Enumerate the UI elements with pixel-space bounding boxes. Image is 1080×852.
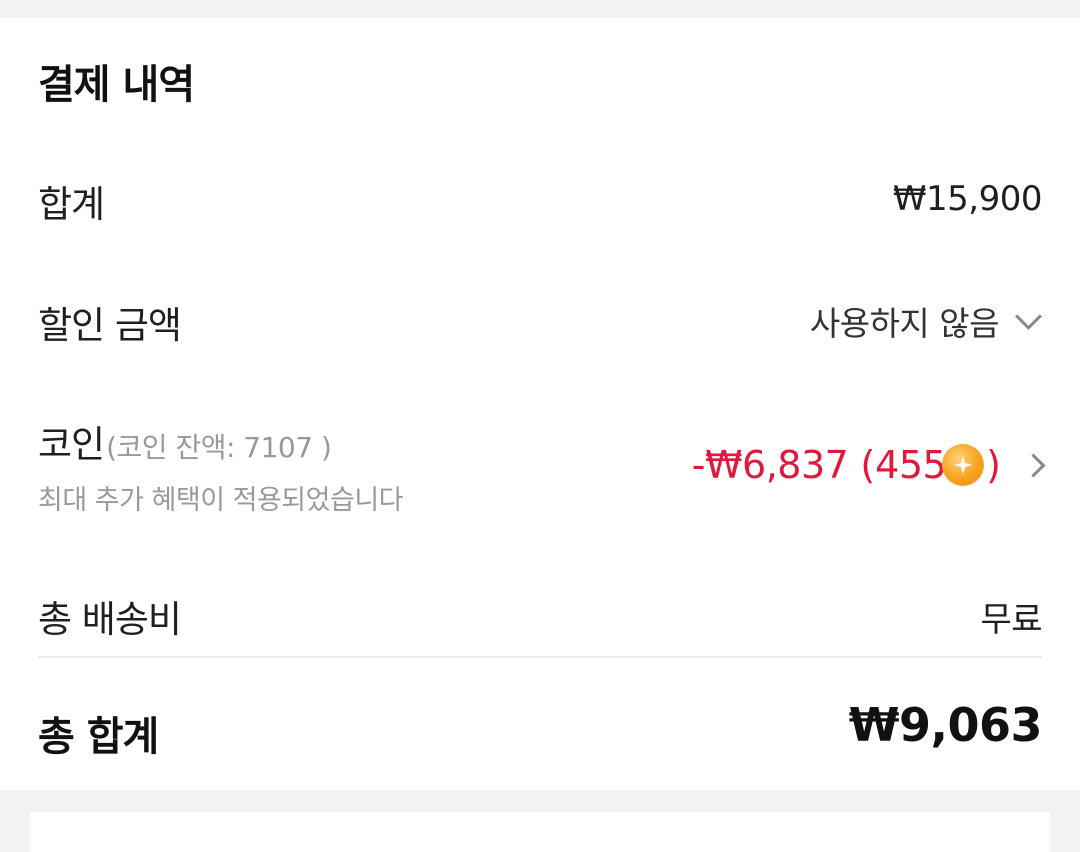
coin-balance: (코인 잔액: 7107 ) <box>106 431 332 464</box>
chevron-down-icon <box>1015 302 1042 330</box>
coin-label-row: 코인 (코인 잔액: 7107 ) <box>38 414 403 468</box>
coin-discount-button[interactable]: -₩6,837 ( 455 ) <box>691 443 1046 487</box>
subtotal-label: 합계 <box>38 183 105 226</box>
coin-label: 코인 <box>38 423 105 466</box>
next-card-edge <box>30 812 1050 852</box>
subtotal-value: ₩15,900 <box>892 179 1043 219</box>
payment-summary-card: 결제 내역 합계 ₩15,900 할인 금액 사용하지 않음 코인 (코인 잔액… <box>0 18 1080 790</box>
section-title: 결제 내역 <box>38 62 195 108</box>
coin-discount-value: -₩6,837 <box>691 443 849 487</box>
coin-info: 코인 (코인 잔액: 7107 ) 최대 추가 혜택이 적용되었습니다 <box>38 414 404 517</box>
coin-icon <box>942 444 985 486</box>
shipping-value: 무료 <box>980 600 1042 640</box>
discount-dropdown[interactable]: 사용하지 않음 <box>810 297 1042 345</box>
coin-amount: 455 <box>875 443 947 487</box>
divider <box>38 656 1042 658</box>
discount-selected-value: 사용하지 않음 <box>809 304 1000 343</box>
total-label: 총 합계 <box>38 714 159 760</box>
coin-amount-paren-open: ( <box>860 443 876 487</box>
total-value: ₩9,063 <box>848 698 1043 752</box>
shipping-label: 총 배송비 <box>38 598 182 641</box>
coin-amount-paren-close: ) <box>986 443 1001 487</box>
coin-benefit-note: 최대 추가 혜택이 적용되었습니다 <box>38 485 404 516</box>
chevron-right-icon <box>1021 452 1046 478</box>
discount-label: 할인 금액 <box>38 304 182 347</box>
